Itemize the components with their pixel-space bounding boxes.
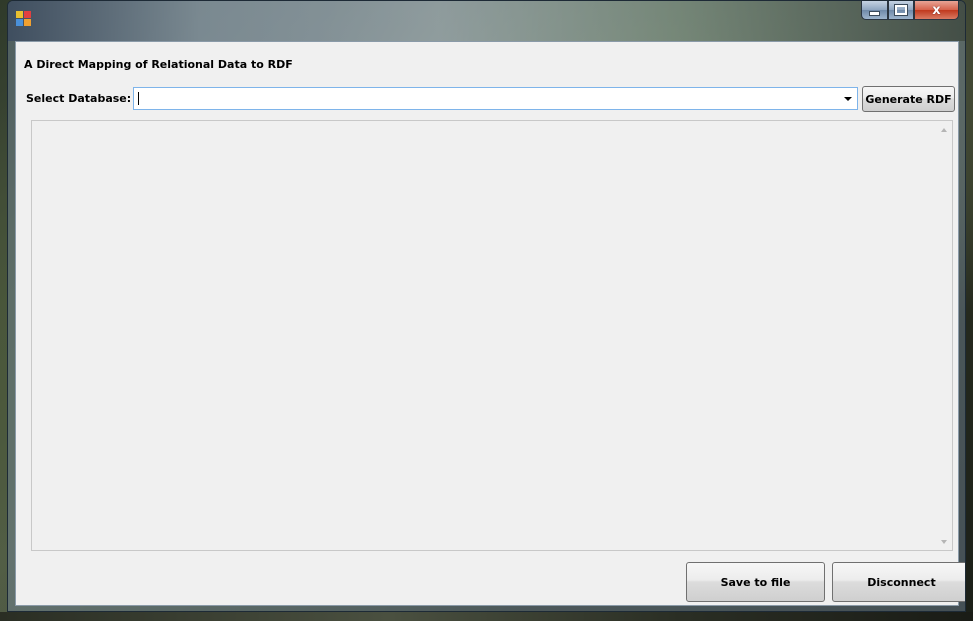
select-database-label: Select Database:	[26, 92, 132, 105]
desktop-background-strip	[0, 612, 973, 621]
form-heading: A Direct Mapping of Relational Data to R…	[24, 58, 293, 71]
rdf-output-textarea[interactable]	[31, 120, 953, 551]
close-button[interactable]: x	[914, 1, 959, 20]
minimize-icon	[869, 10, 880, 16]
form-client-area: A Direct Mapping of Relational Data to R…	[15, 41, 965, 606]
title-bar[interactable]: x	[8, 1, 965, 41]
disconnect-button[interactable]: Disconnect	[832, 562, 965, 602]
app-window: x A Direct Mapping of Relational Data to…	[7, 0, 966, 612]
minimize-button[interactable]	[861, 1, 888, 20]
caption-buttons: x	[861, 1, 959, 21]
maximize-icon	[894, 4, 908, 16]
chevron-down-icon[interactable]	[839, 88, 857, 109]
app-icon[interactable]	[16, 11, 32, 27]
database-combobox[interactable]	[133, 87, 858, 110]
scroll-up-arrow-icon[interactable]	[935, 121, 952, 138]
maximize-button[interactable]	[888, 1, 914, 20]
output-scrollbar[interactable]	[935, 121, 952, 550]
close-icon: x	[932, 2, 941, 18]
database-input[interactable]	[137, 90, 817, 107]
generate-rdf-button[interactable]: Generate RDF	[862, 86, 955, 112]
scroll-down-arrow-icon[interactable]	[935, 533, 952, 550]
save-to-file-button[interactable]: Save to file	[686, 562, 825, 602]
text-caret	[138, 92, 139, 105]
